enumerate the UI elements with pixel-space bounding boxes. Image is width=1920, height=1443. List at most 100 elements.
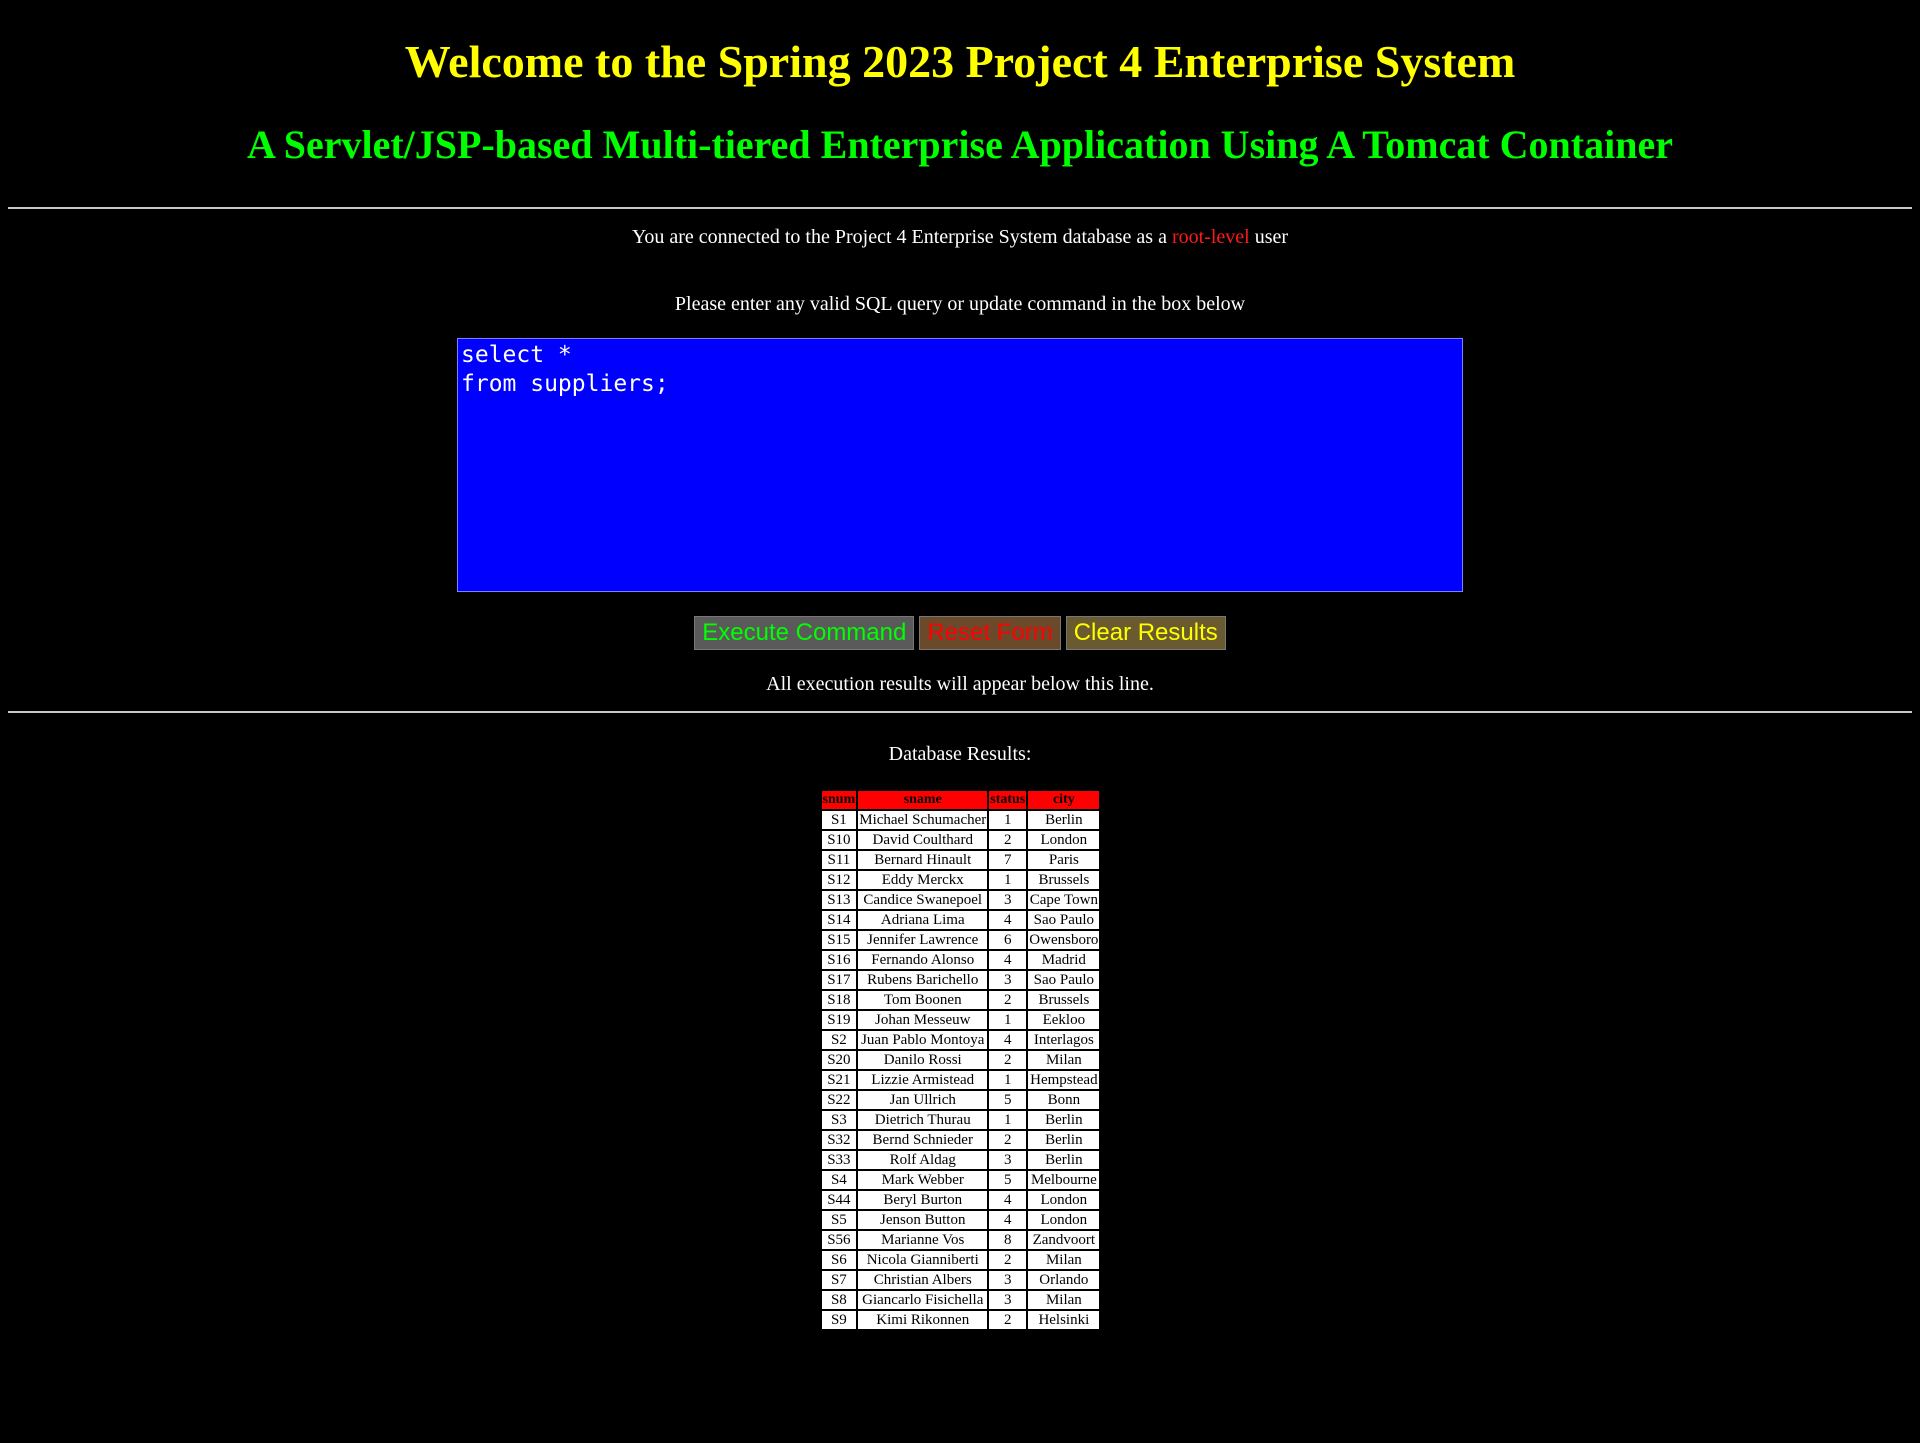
table-cell-city: Melbourne xyxy=(1028,1171,1100,1189)
table-row: S9 Kimi Rikonnen 2 Helsinki xyxy=(821,1311,1100,1329)
table-cell-status: 1 xyxy=(989,811,1027,829)
table-row: S19 Johan Messeuw 1 Eekloo xyxy=(821,1011,1100,1029)
table-cell-status: 2 xyxy=(989,1311,1027,1329)
column-header-sname: sname xyxy=(858,791,988,809)
table-cell-snum: S33 xyxy=(821,1151,857,1169)
table-cell-snum: S21 xyxy=(821,1071,857,1089)
table-cell-city: Sao Paulo xyxy=(1028,911,1100,929)
table-cell-status: 3 xyxy=(989,1291,1027,1309)
table-row: S22 Jan Ullrich 5 Bonn xyxy=(821,1091,1100,1109)
table-cell-sname: Rubens Barichello xyxy=(858,971,988,989)
table-cell-status: 7 xyxy=(989,851,1027,869)
results-title: Database Results: xyxy=(888,743,1032,765)
table-header-row: snum sname status city xyxy=(821,791,1100,809)
table-cell-sname: Mark Webber xyxy=(858,1171,988,1189)
table-cell-sname: Dietrich Thurau xyxy=(858,1111,988,1129)
table-cell-sname: Christian Albers xyxy=(858,1271,988,1289)
table-cell-sname: Giancarlo Fisichella xyxy=(858,1291,988,1309)
table-cell-sname: Rolf Aldag xyxy=(858,1151,988,1169)
command-buttons: Execute Command Reset Form Clear Results xyxy=(0,616,1920,650)
table-cell-sname: Nicola Gianniberti xyxy=(858,1251,988,1269)
results-table-body: S1 Michael Schumacher 1 Berlin S10 David Coul… xyxy=(821,811,1100,1329)
table-cell-snum: S6 xyxy=(821,1251,857,1269)
table-cell-snum: S44 xyxy=(821,1191,857,1209)
table-cell-city: Zandvoort xyxy=(1028,1231,1100,1249)
clear-results-button[interactable]: Clear Results xyxy=(1065,616,1226,650)
table-cell-sname: David Coulthard xyxy=(858,831,988,849)
table-cell-city: Hempstead xyxy=(1028,1071,1100,1089)
table-row: S21 Lizzie Armistead 1 Hempstead xyxy=(821,1071,1100,1089)
results-divider xyxy=(8,711,1912,713)
sql-query-input[interactable]: select * from suppliers; xyxy=(457,338,1463,592)
reset-form-button[interactable]: Reset Form xyxy=(919,616,1061,650)
table-cell-sname: Kimi Rikonnen xyxy=(858,1311,988,1329)
table-row: S11 Bernard Hinault 7 Paris xyxy=(821,851,1100,869)
page-title: Welcome to the Spring 2023 Project 4 Ent… xyxy=(404,36,1516,87)
table-row: S17 Rubens Barichello 3 Sao Paulo xyxy=(821,971,1100,989)
execute-command-button[interactable]: Execute Command xyxy=(694,616,915,650)
table-cell-snum: S7 xyxy=(821,1271,857,1289)
table-row: S1 Michael Schumacher 1 Berlin xyxy=(821,811,1100,829)
table-cell-city: Berlin xyxy=(1028,811,1100,829)
table-cell-snum: S5 xyxy=(821,1211,857,1229)
table-cell-snum: S10 xyxy=(821,831,857,849)
table-cell-city: Brussels xyxy=(1028,991,1100,1009)
table-cell-status: 1 xyxy=(989,871,1027,889)
table-cell-snum: S18 xyxy=(821,991,857,1009)
table-row: S32 Bernd Schnieder 2 Berlin xyxy=(821,1131,1100,1149)
table-cell-snum: S19 xyxy=(821,1011,857,1029)
table-cell-snum: S56 xyxy=(821,1231,857,1249)
table-cell-sname: Lizzie Armistead xyxy=(858,1071,988,1089)
table-cell-city: Milan xyxy=(1028,1251,1100,1269)
table-row: S6 Nicola Gianniberti 2 Milan xyxy=(821,1251,1100,1269)
table-cell-sname: Tom Boonen xyxy=(858,991,988,1009)
column-header-city: city xyxy=(1028,791,1100,809)
table-cell-city: Owensboro xyxy=(1028,931,1100,949)
connection-status: You are connected to the Project 4 Enter… xyxy=(0,225,1920,249)
user-level-label: root-level xyxy=(1171,226,1250,248)
table-cell-city: Berlin xyxy=(1028,1151,1100,1169)
results-note: All execution results will appear below … xyxy=(766,673,1154,695)
table-cell-sname: Bernard Hinault xyxy=(858,851,988,869)
table-row: S18 Tom Boonen 2 Brussels xyxy=(821,991,1100,1009)
table-cell-sname: Jan Ullrich xyxy=(858,1091,988,1109)
table-cell-sname: Fernando Alonso xyxy=(858,951,988,969)
table-cell-snum: S15 xyxy=(821,931,857,949)
table-cell-snum: S1 xyxy=(821,811,857,829)
table-row: S5 Jenson Button 4 London xyxy=(821,1211,1100,1229)
results-table-wrapper: snum sname status city S1 Michael Schumac… xyxy=(0,789,1920,1331)
table-cell-city: Helsinki xyxy=(1028,1311,1100,1329)
table-row: S56 Marianne Vos 8 Zandvoort xyxy=(821,1231,1100,1249)
table-cell-status: 4 xyxy=(989,1031,1027,1049)
table-cell-city: Milan xyxy=(1028,1051,1100,1069)
table-cell-status: 5 xyxy=(989,1171,1027,1189)
table-cell-status: 2 xyxy=(989,991,1027,1009)
table-cell-snum: S2 xyxy=(821,1031,857,1049)
table-cell-sname: Danilo Rossi xyxy=(858,1051,988,1069)
table-cell-city: Berlin xyxy=(1028,1131,1100,1149)
table-cell-sname: Johan Messeuw xyxy=(858,1011,988,1029)
table-row: S20 Danilo Rossi 2 Milan xyxy=(821,1051,1100,1069)
table-cell-city: Berlin xyxy=(1028,1111,1100,1129)
table-cell-snum: S13 xyxy=(821,891,857,909)
table-row: S16 Fernando Alonso 4 Madrid xyxy=(821,951,1100,969)
table-row: S10 David Coulthard 2 London xyxy=(821,831,1100,849)
table-cell-status: 4 xyxy=(989,1191,1027,1209)
table-cell-sname: Jennifer Lawrence xyxy=(858,931,988,949)
table-row: S33 Rolf Aldag 3 Berlin xyxy=(821,1151,1100,1169)
table-cell-sname: Marianne Vos xyxy=(858,1231,988,1249)
query-prompt: Please enter any valid SQL query or upda… xyxy=(674,293,1246,315)
results-table: snum sname status city S1 Michael Schumac… xyxy=(819,789,1102,1331)
table-cell-status: 1 xyxy=(989,1011,1027,1029)
table-cell-snum: S22 xyxy=(821,1091,857,1109)
table-cell-sname: Eddy Merckx xyxy=(858,871,988,889)
table-cell-city: Paris xyxy=(1028,851,1100,869)
table-row: S8 Giancarlo Fisichella 3 Milan xyxy=(821,1291,1100,1309)
table-cell-city: Eekloo xyxy=(1028,1011,1100,1029)
table-cell-snum: S16 xyxy=(821,951,857,969)
table-cell-sname: Michael Schumacher xyxy=(858,811,988,829)
table-cell-status: 6 xyxy=(989,931,1027,949)
table-cell-city: Milan xyxy=(1028,1291,1100,1309)
table-cell-snum: S3 xyxy=(821,1111,857,1129)
table-row: S4 Mark Webber 5 Melbourne xyxy=(821,1171,1100,1189)
